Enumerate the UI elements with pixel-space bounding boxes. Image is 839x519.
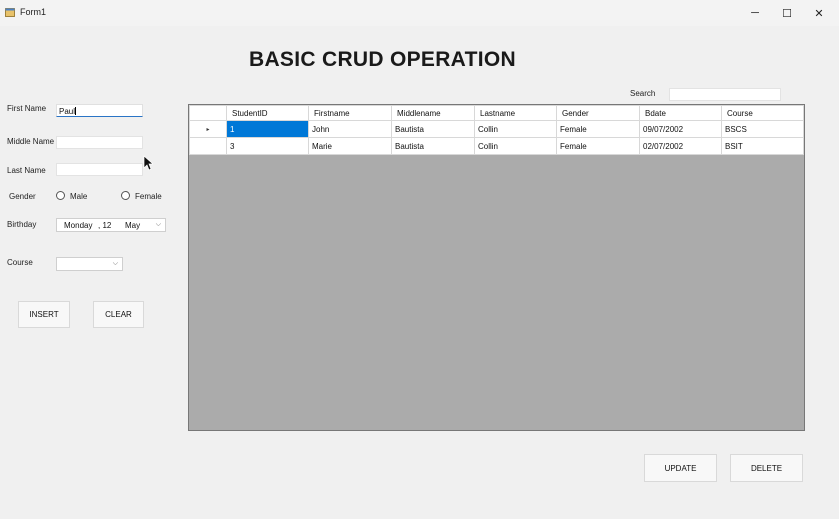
birthday-date-picker[interactable]: Monday , 12 May ⌵ <box>56 218 166 232</box>
clear-button[interactable]: CLEAR <box>93 301 144 328</box>
first-name-field[interactable]: Paul <box>56 104 143 117</box>
table-cell[interactable]: Female <box>556 137 640 155</box>
text-caret <box>75 107 77 115</box>
row-header-cell[interactable] <box>189 137 227 155</box>
table-row[interactable]: 3 Marie Bautista Collin Female 02/07/200… <box>189 137 804 155</box>
female-radio[interactable] <box>121 191 130 200</box>
mouse-pointer-icon <box>143 155 153 171</box>
form-app-icon <box>5 8 15 17</box>
table-cell-selected[interactable]: 1 <box>226 120 309 138</box>
column-header[interactable]: Lastname <box>474 105 557 121</box>
table-cell[interactable]: BSCS <box>721 120 804 138</box>
column-header[interactable]: Bdate <box>639 105 722 121</box>
chevron-down-icon: ⌵ <box>155 221 161 228</box>
male-radio-label: Male <box>70 192 88 201</box>
update-button[interactable]: UPDATE <box>644 454 717 482</box>
first-name-label: First Name <box>7 104 47 113</box>
last-name-field[interactable] <box>56 163 143 176</box>
search-label: Search <box>630 89 656 98</box>
delete-button[interactable]: DELETE <box>730 454 803 482</box>
title-bar: Form1 ─ ☐ ✕ <box>0 0 839 26</box>
minimize-button[interactable]: ─ <box>739 0 771 26</box>
gender-label: Gender <box>9 192 36 201</box>
table-cell[interactable]: Collin <box>474 120 557 138</box>
table-cell[interactable]: Collin <box>474 137 557 155</box>
first-name-value: Paul <box>59 107 76 116</box>
column-header[interactable]: Course <box>721 105 804 121</box>
male-radio[interactable] <box>56 191 65 200</box>
course-select[interactable]: ⌵ <box>56 257 123 271</box>
column-header[interactable]: Gender <box>556 105 640 121</box>
corner-header-cell[interactable] <box>189 105 227 121</box>
birthday-day: Monday <box>64 221 93 230</box>
table-cell[interactable]: Bautista <box>391 137 475 155</box>
table-cell[interactable]: Bautista <box>391 120 475 138</box>
minimize-icon: ─ <box>751 7 759 19</box>
middle-name-field[interactable] <box>56 136 143 149</box>
students-table: StudentID Firstname Middlename Lastname … <box>189 105 804 155</box>
chevron-down-icon: ⌵ <box>112 260 118 267</box>
table-header-row: StudentID Firstname Middlename Lastname … <box>189 105 804 121</box>
birthday-date: , 12 <box>98 221 112 230</box>
search-input[interactable] <box>669 88 781 101</box>
current-row-indicator-icon[interactable]: ▸ <box>189 120 227 138</box>
table-cell[interactable]: 3 <box>226 137 309 155</box>
close-icon: ✕ <box>814 7 824 20</box>
page-title: BASIC CRUD OPERATION <box>249 48 516 71</box>
insert-button[interactable]: INSERT <box>18 301 70 328</box>
table-cell[interactable]: Marie <box>308 137 392 155</box>
column-header[interactable]: Middlename <box>391 105 475 121</box>
close-button[interactable]: ✕ <box>803 0 835 26</box>
table-cell[interactable]: BSIT <box>721 137 804 155</box>
middle-name-label: Middle Name <box>7 137 55 146</box>
maximize-button[interactable]: ☐ <box>771 0 803 26</box>
birthday-month: May <box>125 221 141 230</box>
female-radio-label: Female <box>135 192 162 201</box>
column-header[interactable]: StudentID <box>226 105 309 121</box>
maximize-icon: ☐ <box>782 7 792 20</box>
column-header[interactable]: Firstname <box>308 105 392 121</box>
table-row[interactable]: ▸ 1 John Bautista Collin Female 09/07/20… <box>189 120 804 138</box>
course-label: Course <box>7 258 33 267</box>
last-name-label: Last Name <box>7 166 46 175</box>
table-cell[interactable]: 09/07/2002 <box>639 120 722 138</box>
table-cell[interactable]: Female <box>556 120 640 138</box>
students-data-grid[interactable]: StudentID Firstname Middlename Lastname … <box>188 104 805 431</box>
table-cell[interactable]: John <box>308 120 392 138</box>
table-cell[interactable]: 02/07/2002 <box>639 137 722 155</box>
birthday-label: Birthday <box>7 220 37 229</box>
window-title: Form1 <box>20 7 47 17</box>
